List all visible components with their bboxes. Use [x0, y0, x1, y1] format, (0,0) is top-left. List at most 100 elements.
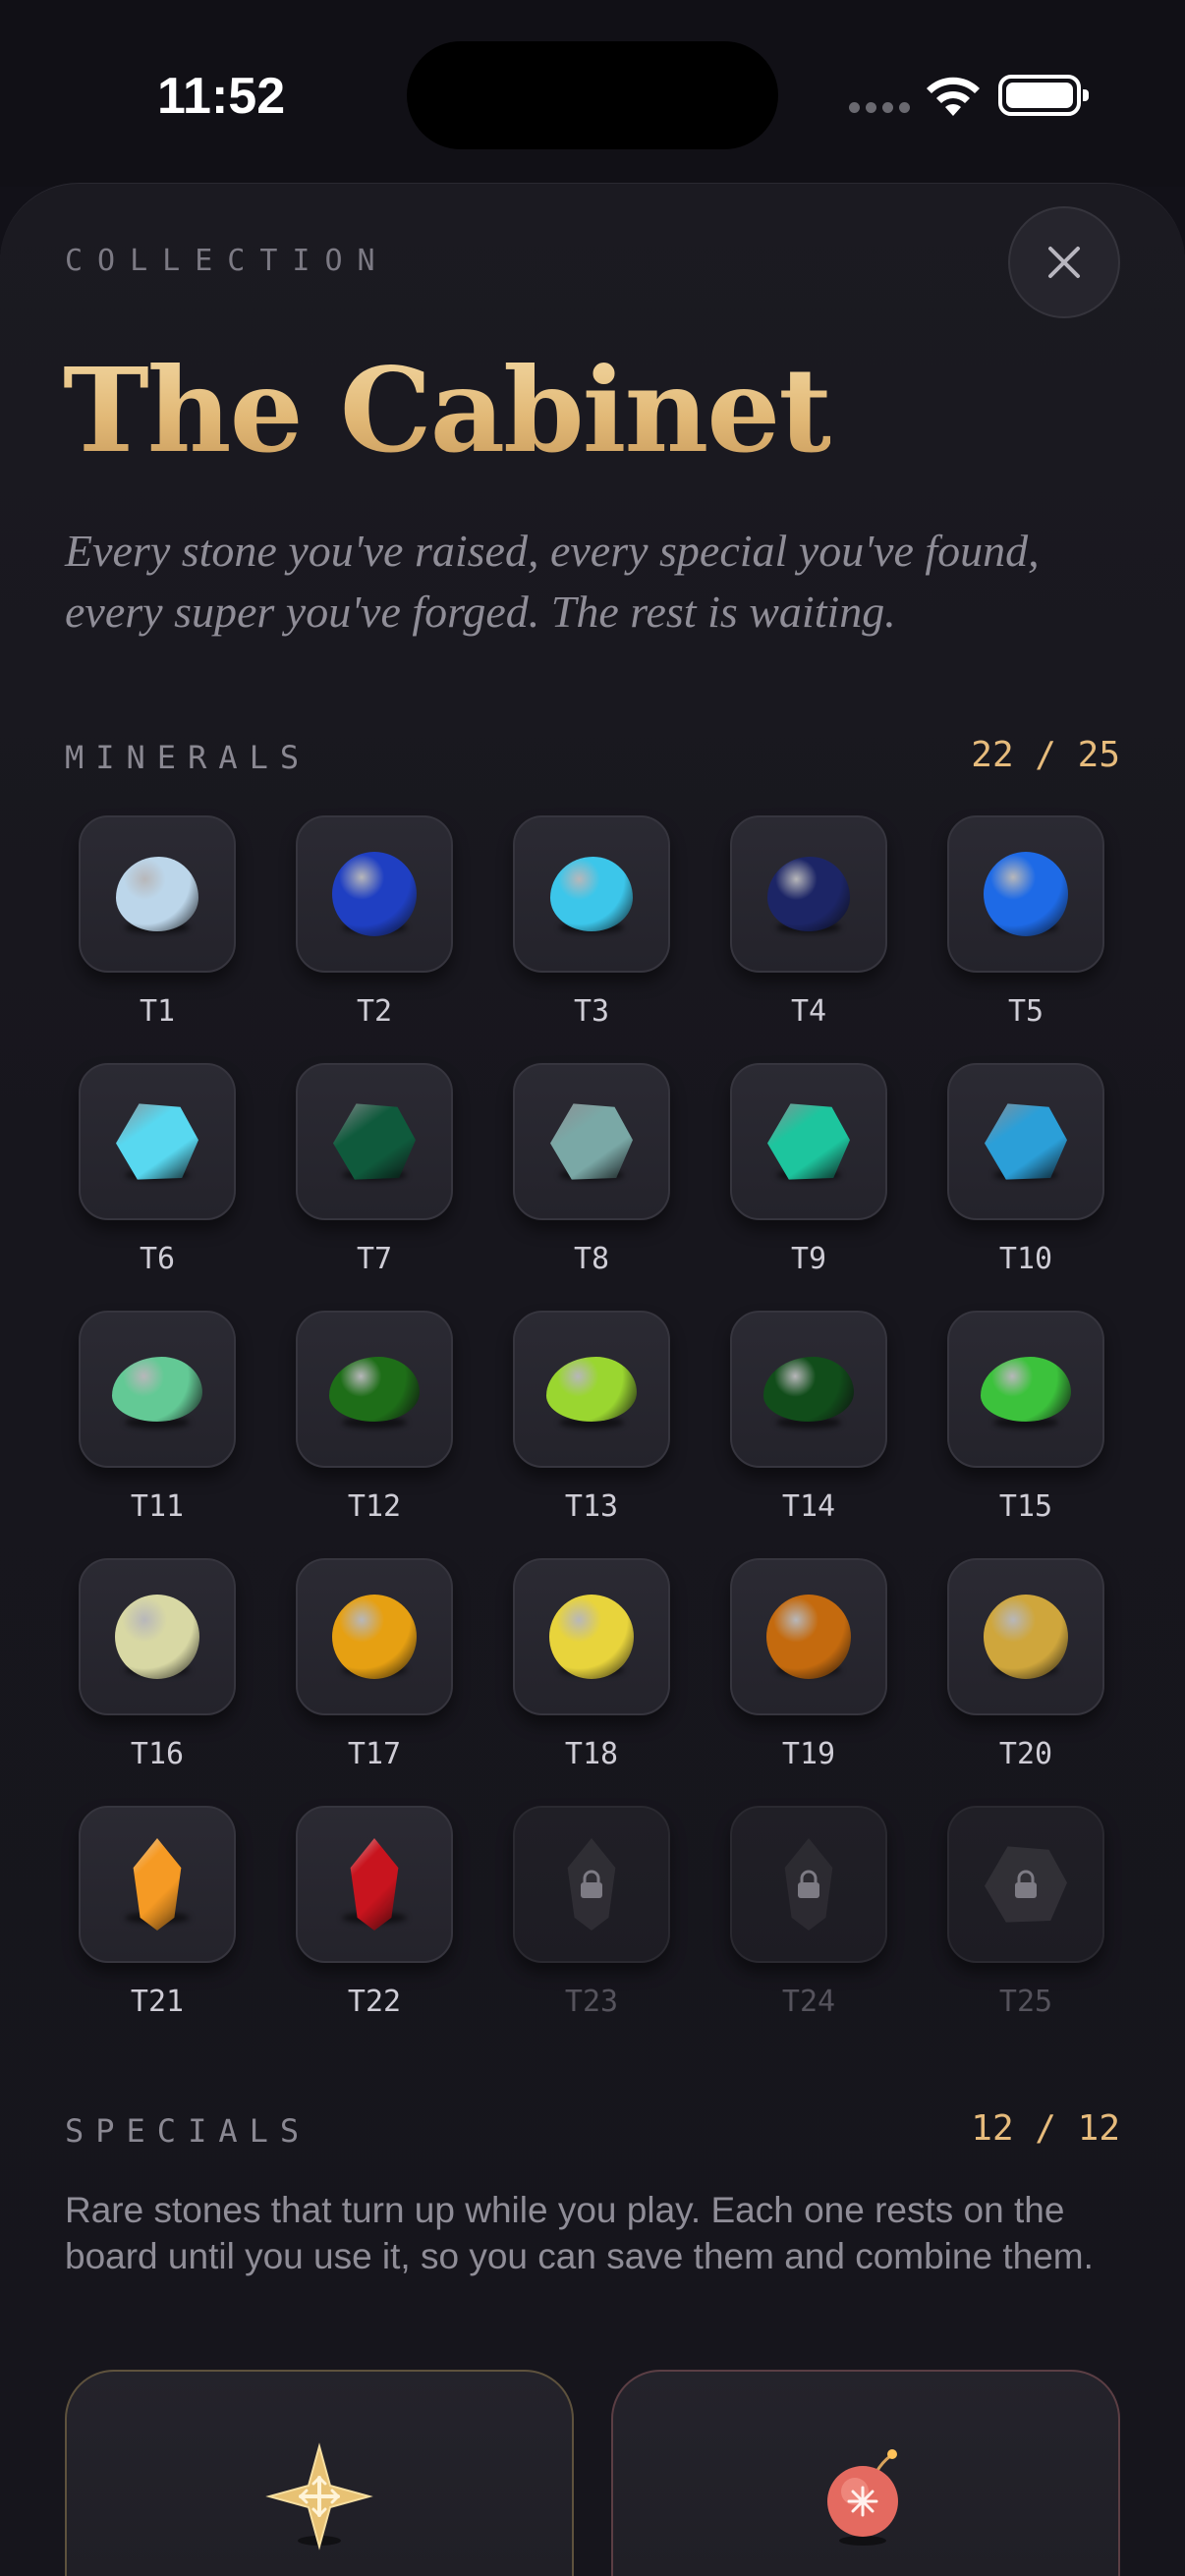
mineral-tile[interactable] — [730, 1558, 887, 1715]
mineral-tile[interactable] — [947, 1558, 1104, 1715]
gem-icon — [985, 1103, 1067, 1180]
gem-icon — [984, 852, 1068, 936]
mineral-cell: T1 — [79, 815, 236, 1063]
mineral-cell: T25 — [947, 1806, 1104, 2053]
mineral-tile[interactable] — [947, 1311, 1104, 1468]
gem-icon — [763, 1357, 854, 1422]
mineral-cell: T7 — [296, 1063, 453, 1311]
lock-icon — [1015, 1870, 1037, 1898]
mineral-label: T13 — [564, 1489, 619, 1524]
mineral-cell: T4 — [730, 815, 887, 1063]
gem-icon — [112, 1357, 202, 1422]
mineral-tile[interactable] — [947, 815, 1104, 973]
mineral-label: T4 — [790, 994, 827, 1029]
mineral-label: T16 — [130, 1737, 185, 1771]
gem-icon — [984, 1595, 1068, 1679]
mineral-label: T9 — [790, 1242, 827, 1276]
mineral-cell: T11 — [79, 1311, 236, 1558]
mineral-tile[interactable] — [947, 1063, 1104, 1220]
mineral-label: T8 — [573, 1242, 610, 1276]
mineral-tile[interactable] — [296, 815, 453, 973]
minerals-section-label: MINERALS — [65, 739, 311, 776]
mineral-tile[interactable] — [79, 815, 236, 973]
mineral-label: T19 — [781, 1737, 836, 1771]
gem-icon — [115, 1595, 199, 1679]
gem-icon — [546, 1357, 637, 1422]
mineral-tile[interactable] — [730, 815, 887, 973]
mineral-label: T24 — [781, 1985, 836, 2019]
mineral-label: T15 — [998, 1489, 1053, 1524]
minerals-grid: T1 T2 T3 T4 T5 T6 T7 T8 T9 T10 T11 T12 T13 T14 T15 T16 T… — [79, 815, 1106, 2053]
mineral-label: T20 — [998, 1737, 1053, 1771]
mineral-cell: T13 — [513, 1311, 670, 1558]
mineral-cell: T12 — [296, 1311, 453, 1558]
mineral-tile[interactable] — [79, 1558, 236, 1715]
mineral-label: T5 — [1007, 994, 1044, 1029]
lock-icon — [581, 1870, 602, 1898]
gem-icon — [981, 1357, 1071, 1422]
mineral-cell: T8 — [513, 1063, 670, 1311]
mineral-tile[interactable] — [513, 1063, 670, 1220]
gem-icon — [116, 857, 198, 931]
mineral-tile[interactable] — [296, 1806, 453, 1963]
mineral-label: T3 — [573, 994, 610, 1029]
mineral-tile[interactable] — [79, 1311, 236, 1468]
special-card[interactable] — [65, 2370, 574, 2576]
mineral-label: T1 — [139, 994, 176, 1029]
specials-section-label: SPECIALS — [65, 2112, 311, 2150]
mineral-label: T17 — [347, 1737, 402, 1771]
mineral-tile[interactable] — [296, 1558, 453, 1715]
mineral-cell: T9 — [730, 1063, 887, 1311]
specials-description: Rare stones that turn up while you play.… — [65, 2190, 1094, 2276]
mineral-cell: T5 — [947, 815, 1104, 1063]
mineral-tile[interactable] — [296, 1063, 453, 1220]
gem-icon — [332, 852, 417, 936]
mineral-tile[interactable] — [79, 1063, 236, 1220]
dynamic-island — [407, 41, 778, 149]
mineral-label: T2 — [356, 994, 393, 1029]
mineral-cell: T21 — [79, 1806, 236, 2053]
locked-mineral-tile[interactable] — [730, 1806, 887, 1963]
mineral-cell: T24 — [730, 1806, 887, 2053]
mineral-cell: T23 — [513, 1806, 670, 2053]
mineral-label: T6 — [139, 1242, 176, 1276]
mineral-label: T22 — [347, 1985, 402, 2019]
page-subtitle: Every stone you've raised, every special… — [65, 526, 1040, 637]
locked-mineral-tile[interactable] — [947, 1806, 1104, 1963]
mineral-tile[interactable] — [513, 1311, 670, 1468]
mineral-label: T12 — [347, 1489, 402, 1524]
gem-icon — [329, 1357, 420, 1422]
wifi-icon — [927, 77, 980, 116]
mineral-cell: T16 — [79, 1558, 236, 1806]
mineral-tile[interactable] — [730, 1063, 887, 1220]
bomb-icon — [827, 2449, 898, 2546]
status-bar: 11:52 — [0, 0, 1185, 187]
mineral-cell: T14 — [730, 1311, 887, 1558]
mineral-tile[interactable] — [730, 1311, 887, 1468]
status-time: 11:52 — [157, 68, 286, 125]
mineral-label: T25 — [998, 1985, 1053, 2019]
minerals-count: 22 / 25 — [971, 735, 1120, 775]
mineral-label: T23 — [564, 1985, 619, 2019]
close-button[interactable] — [1008, 206, 1120, 318]
mineral-tile[interactable] — [296, 1311, 453, 1468]
special-card[interactable] — [611, 2370, 1120, 2576]
mineral-tile[interactable] — [79, 1806, 236, 1963]
mineral-cell: T17 — [296, 1558, 453, 1806]
mineral-cell: T22 — [296, 1806, 453, 2053]
mineral-tile[interactable] — [513, 1558, 670, 1715]
mineral-cell: T6 — [79, 1063, 236, 1311]
locked-mineral-tile[interactable] — [513, 1806, 670, 1963]
mineral-label: T11 — [130, 1489, 185, 1524]
mineral-cell: T18 — [513, 1558, 670, 1806]
mineral-cell: T20 — [947, 1558, 1104, 1806]
gem-icon — [333, 1103, 416, 1180]
mineral-tile[interactable] — [513, 815, 670, 973]
gem-icon — [767, 1103, 850, 1180]
gem-icon — [549, 1595, 634, 1679]
gem-icon — [766, 1595, 851, 1679]
close-icon — [1048, 247, 1080, 278]
mineral-label: T7 — [356, 1242, 393, 1276]
mineral-cell: T15 — [947, 1311, 1104, 1558]
gem-icon — [767, 857, 850, 931]
